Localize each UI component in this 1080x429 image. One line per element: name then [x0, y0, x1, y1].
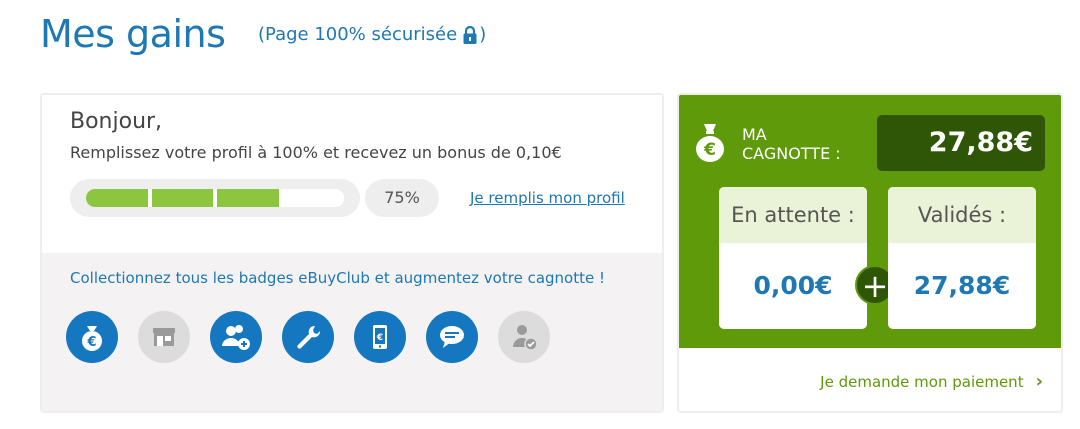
secure-page-note: (Page 100% sécurisée ) — [258, 24, 486, 45]
secure-note-text: (Page 100% sécurisée — [258, 24, 458, 45]
validated-label: Validés : — [888, 187, 1036, 243]
money-bag-icon: € — [82, 326, 102, 351]
progress-track — [86, 189, 344, 207]
mobile-phone-icon: € — [373, 325, 387, 349]
profile-progress-bar — [70, 179, 360, 217]
profile-section: Bonjour, Remplissez votre profil à 100% … — [42, 95, 662, 253]
pending-amount-box: En attente : 0,00€ — [719, 187, 867, 329]
progress-segment — [217, 189, 279, 207]
badges-section: Collectionnez tous les badges eBuyClub e… — [42, 253, 662, 411]
chat-badge[interactable] — [426, 311, 478, 363]
tools-badge[interactable] — [282, 311, 334, 363]
badges-message: Collectionnez tous les badges eBuyClub e… — [70, 269, 605, 287]
profile-card: Bonjour, Remplissez votre profil à 100% … — [40, 93, 664, 413]
money-bag-badge[interactable]: € — [66, 311, 118, 363]
chat-bubble-icon — [440, 326, 464, 348]
pending-value: 0,00€ — [753, 271, 833, 300]
wallet-label-line1: MA — [742, 125, 767, 144]
shop-badge[interactable] — [138, 311, 190, 363]
wallet-total: 27,88€ — [877, 115, 1045, 171]
money-bag-icon: € — [696, 124, 724, 162]
page-title: Mes gains — [40, 12, 226, 56]
wallet-label-line2: CAGNOTTE : — [742, 144, 841, 163]
mobile-badge[interactable]: € — [354, 311, 406, 363]
verified-user-badge[interactable] — [498, 311, 550, 363]
wallet-card: € MA CAGNOTTE : 27,88€ En attente : 0,00… — [677, 93, 1063, 413]
invite-friends-badge[interactable] — [210, 311, 262, 363]
shop-icon — [153, 328, 175, 346]
validated-value: 27,88€ — [913, 271, 1011, 300]
secure-note-close: ) — [479, 24, 487, 45]
progress-segment — [282, 189, 344, 207]
request-payment-link[interactable]: Je demande mon paiement › — [820, 371, 1043, 392]
progress-segment — [86, 189, 148, 207]
wallet-label: MA CAGNOTTE : — [742, 125, 841, 163]
progress-percent: 75% — [365, 179, 439, 217]
profile-bonus-message: Remplissez votre profil à 100% et receve… — [70, 143, 562, 162]
request-payment-label: Je demande mon paiement — [820, 372, 1024, 391]
svg-text:€: € — [376, 333, 383, 343]
add-user-icon — [222, 325, 250, 350]
verified-user-icon — [513, 325, 538, 351]
greeting: Bonjour, — [70, 109, 163, 134]
svg-text:€: € — [703, 140, 716, 160]
lock-icon — [462, 25, 478, 45]
svg-text:€: € — [86, 335, 96, 350]
wallet-summary: € MA CAGNOTTE : 27,88€ En attente : 0,00… — [679, 95, 1061, 348]
wrench-icon — [297, 325, 321, 349]
validated-amount-box: Validés : 27,88€ — [888, 187, 1036, 329]
chevron-right-icon: › — [1035, 371, 1043, 392]
pending-label: En attente : — [719, 187, 867, 243]
progress-segment — [151, 189, 213, 207]
complete-profile-link[interactable]: Je remplis mon profil — [470, 189, 625, 207]
badge-row: € € — [66, 311, 570, 363]
